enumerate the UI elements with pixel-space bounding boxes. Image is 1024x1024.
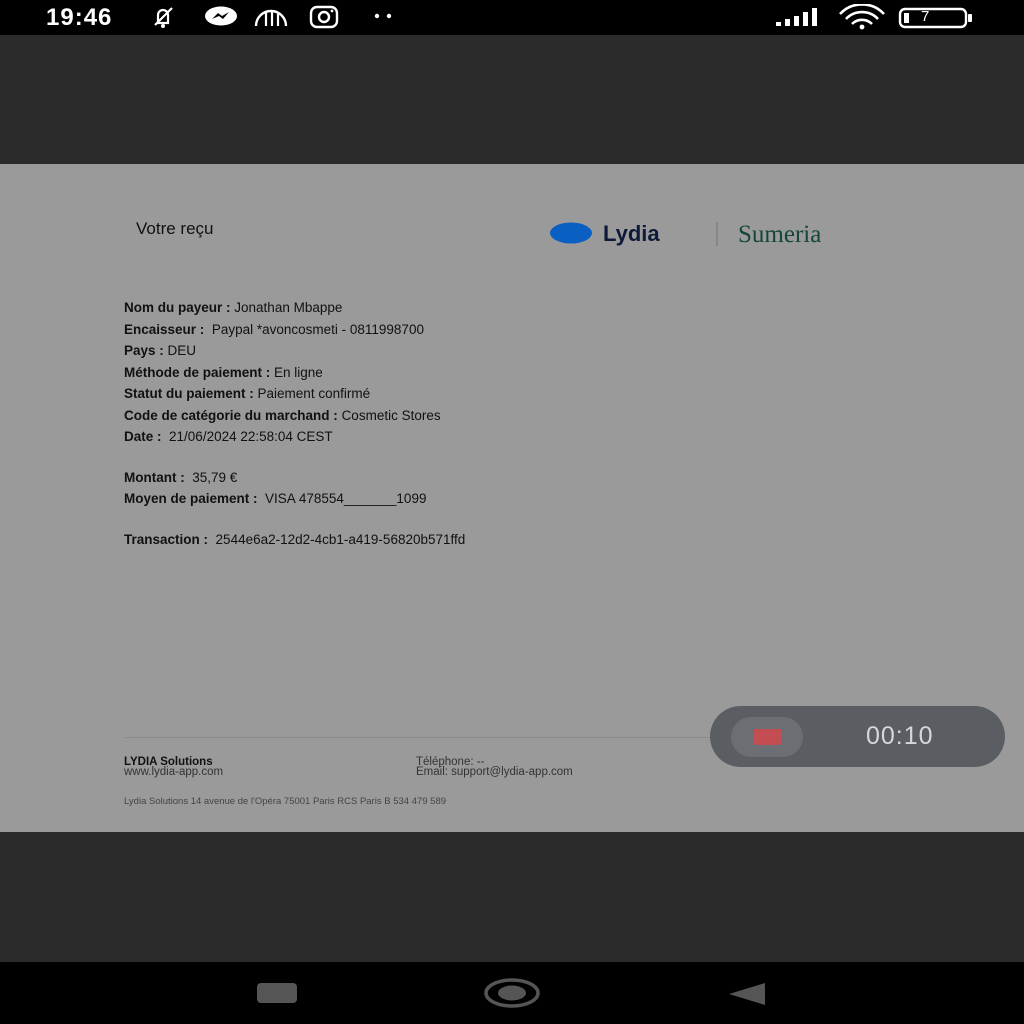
- status-time: 19:46: [46, 4, 113, 31]
- stop-recording-button[interactable]: [731, 717, 803, 757]
- footer-email[interactable]: Email: support@lydia-app.com: [416, 766, 573, 778]
- wifi-icon: [839, 4, 885, 30]
- field-value: Cosmetic Stores: [341, 408, 441, 423]
- footer-address: Lydia Solutions 14 avenue de l'Opéra 750…: [124, 796, 447, 807]
- brand-logo: Lydia Sumeria: [549, 218, 899, 255]
- field-value: VISA 478554_______1099: [265, 491, 427, 506]
- receipt-title: Votre reçu: [136, 219, 214, 238]
- bell-off-icon: [154, 7, 173, 28]
- battery-icon: [898, 7, 972, 29]
- field-payment-status: Statut du paiement : Paiement confirmé: [124, 386, 370, 401]
- field-payment-means: Moyen de paiement : VISA 478554_______10…: [124, 491, 426, 506]
- field-label: Moyen de paiement :: [124, 491, 258, 506]
- field-label: Pays :: [124, 343, 164, 358]
- field-transaction: Transaction : 2544e6a2-12d2-4cb1-a419-56…: [124, 532, 465, 547]
- instagram-icon: [309, 5, 339, 29]
- brand-sumeria: Sumeria: [738, 221, 821, 248]
- viewer-bottom-background: [0, 832, 1024, 962]
- more-dots-icon: [374, 13, 392, 19]
- footer-website[interactable]: www.lydia-app.com: [124, 766, 223, 778]
- field-label: Code de catégorie du marchand :: [124, 408, 338, 423]
- field-country: Pays : DEU: [124, 343, 196, 358]
- field-date: Date : 21/06/2024 22:58:04 CEST: [124, 429, 333, 444]
- screen-recorder-widget[interactable]: 00:10: [710, 706, 1005, 767]
- field-value: 35,79 €: [192, 470, 238, 485]
- viewer-top-background: [0, 35, 1024, 164]
- field-payer: Nom du payeur : Jonathan Mbappe: [124, 300, 342, 315]
- field-label: Montant :: [124, 470, 185, 485]
- footer-divider: [124, 737, 710, 738]
- signal-icon: [776, 8, 817, 26]
- field-amount: Montant : 35,79 €: [124, 470, 237, 485]
- field-label: Date :: [124, 429, 162, 444]
- field-value: En ligne: [274, 365, 323, 380]
- field-value: Paiement confirmé: [257, 386, 371, 401]
- field-value: Jonathan Mbappe: [234, 300, 343, 315]
- field-value: DEU: [167, 343, 197, 358]
- field-value: Paypal *avoncosmeti - 0811998700: [211, 322, 424, 337]
- recent-apps-icon[interactable]: [256, 982, 298, 1004]
- lydia-dot-icon: [550, 222, 592, 244]
- field-merchant-category: Code de catégorie du marchand : Cosmetic…: [124, 408, 441, 423]
- messenger-icon: [205, 6, 237, 26]
- brand-lydia: Lydia: [603, 221, 660, 246]
- back-icon[interactable]: [727, 981, 767, 1007]
- field-merchant: Encaisseur : Paypal *avoncosmeti - 08119…: [124, 322, 424, 337]
- field-payment-method: Méthode de paiement : En ligne: [124, 365, 323, 380]
- field-label: Méthode de paiement :: [124, 365, 271, 380]
- home-icon[interactable]: [483, 977, 541, 1009]
- restaurant-icon: [254, 9, 288, 27]
- field-label: Statut du paiement :: [124, 386, 254, 401]
- status-bar: 19:46 7: [0, 0, 1024, 35]
- field-value: 2544e6a2-12d2-4cb1-a419-56820b571ffd: [215, 532, 466, 547]
- lydia-sumeria-logo: Lydia Sumeria: [550, 221, 821, 248]
- stop-icon: [753, 729, 782, 745]
- battery-level: 7: [921, 8, 930, 25]
- field-label: Encaisseur :: [124, 322, 205, 337]
- field-value: 21/06/2024 22:58:04 CEST: [169, 429, 333, 444]
- navigation-bar: [0, 962, 1024, 1024]
- field-label: Nom du payeur :: [124, 300, 231, 315]
- field-label: Transaction :: [124, 532, 209, 547]
- recording-timer: 00:10: [866, 722, 934, 750]
